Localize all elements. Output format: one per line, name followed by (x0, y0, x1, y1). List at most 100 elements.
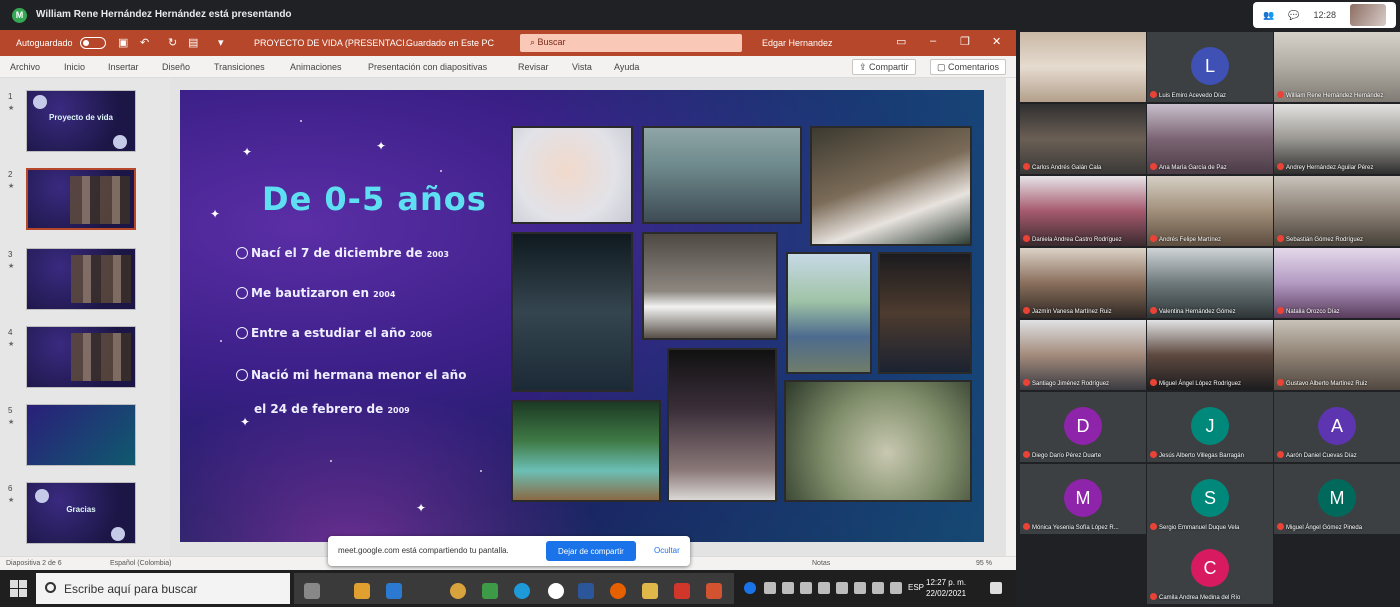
chat-icon[interactable]: 💬 (1288, 10, 1299, 21)
participant-tile[interactable]: L Luis Emiro Acevedo Díaz (1147, 32, 1273, 102)
participant-avatar: S (1191, 479, 1229, 517)
volume-icon[interactable] (872, 582, 884, 594)
keyboard-icon[interactable] (890, 582, 902, 594)
tray-icon[interactable] (764, 582, 776, 594)
wifi-icon[interactable] (854, 582, 866, 594)
edge-icon[interactable] (514, 583, 530, 599)
close-icon[interactable]: ✕ (992, 35, 1001, 48)
comments-label: Comentarios (948, 62, 1000, 72)
share-button[interactable]: ⇪ Compartir (852, 59, 916, 75)
acrobat-icon[interactable] (674, 583, 690, 599)
notes-button[interactable]: Notas (812, 560, 830, 567)
participant-name: Aarón Daniel Cuevas Díaz (1286, 453, 1357, 459)
mail-icon[interactable] (386, 583, 402, 599)
tray-icon[interactable] (800, 582, 812, 594)
thumbnail-row[interactable]: 1 ★ Proyecto de vida (0, 90, 170, 160)
save-icon[interactable]: ▣ (118, 36, 128, 49)
meet-tray-icon[interactable] (744, 582, 756, 594)
tab-animaciones[interactable]: Animaciones (290, 62, 342, 72)
participant-tile[interactable]: Valentina Hernández Gómez (1147, 248, 1273, 318)
xbox-icon[interactable] (482, 583, 498, 599)
redo-icon[interactable]: ↻ (168, 36, 177, 49)
taskbar-search-box[interactable]: Escribe aquí para buscar (36, 573, 290, 604)
participant-tile[interactable]: Gustavo Alberto Martínez Ruiz (1274, 320, 1400, 390)
word-icon[interactable] (578, 583, 594, 599)
tray-icon[interactable] (782, 582, 794, 594)
tab-revisar[interactable]: Revisar (518, 62, 549, 72)
user-name[interactable]: Edgar Hernandez (762, 38, 833, 48)
zoom-level[interactable]: 95 % (976, 560, 992, 567)
participant-tile[interactable]: Andrés Felipe Martínez (1147, 176, 1273, 246)
current-slide[interactable]: ✦ ✦ ✦ ✦ ✦ De 0-5 años Nací el 7 de dicie… (180, 90, 984, 542)
clock[interactable]: 12:27 p. m. 22/02/2021 (926, 577, 966, 599)
participant-tile[interactable] (1020, 32, 1146, 102)
hide-notification-button[interactable]: Ocultar (654, 546, 680, 555)
participant-tile[interactable]: M Miguel Ángel Gómez Pineda (1274, 464, 1400, 534)
participant-tile[interactable]: Miguel Ángel López Rodríguez (1147, 320, 1273, 390)
ribbon-search-box[interactable]: ⌕ Buscar (520, 34, 742, 52)
ribbon-display-icon[interactable]: ▭ (896, 35, 906, 48)
comments-button[interactable]: ▢ Comentarios (930, 59, 1007, 75)
participant-tile[interactable]: William Rene Hernández Hernández (1274, 32, 1400, 102)
hp-icon[interactable] (548, 583, 564, 599)
thumbnail-row[interactable]: 2 ★ (0, 168, 170, 238)
participant-tile[interactable]: D Diego Darío Pérez Duarte (1020, 392, 1146, 462)
participant-tile[interactable]: Andrey Hernández Aguilar Pérez (1274, 104, 1400, 174)
tab-inicio[interactable]: Inicio (64, 62, 85, 72)
photo-puppets (667, 348, 777, 502)
tab-insertar[interactable]: Insertar (108, 62, 139, 72)
photo-boat (511, 400, 661, 502)
customize-icon[interactable]: ▾ (218, 36, 224, 49)
stop-sharing-button[interactable]: Dejar de compartir (546, 541, 636, 561)
language-indicator[interactable]: ESP (908, 583, 924, 592)
language-status[interactable]: Español (Colombia) (110, 560, 171, 567)
thumbnail-row[interactable]: 4 ★ (0, 326, 170, 396)
chrome-icon[interactable] (450, 583, 466, 599)
slide-thumbnail[interactable] (26, 404, 136, 466)
participant-tile[interactable]: Daniela Andrea Castro Rodríguez (1020, 176, 1146, 246)
undo-icon[interactable]: ↶ (140, 36, 149, 49)
tab-diseno[interactable]: Diseño (162, 62, 190, 72)
participant-tile[interactable]: Sebastián Gómez Rodríguez (1274, 176, 1400, 246)
autosave-toggle[interactable] (80, 37, 106, 49)
slide-thumbnail-selected[interactable] (26, 168, 136, 230)
tab-archivo[interactable]: Archivo (10, 62, 40, 72)
windows-start-icon[interactable] (10, 580, 27, 597)
self-view-thumbnail[interactable] (1350, 4, 1386, 26)
maximize-icon[interactable]: ❐ (960, 35, 970, 48)
dropbox-icon[interactable] (818, 582, 830, 594)
minimize-icon[interactable]: – (930, 35, 936, 47)
store-icon[interactable] (354, 583, 370, 599)
participant-tile[interactable]: M Mónica Yesenia Sofía López R... (1020, 464, 1146, 534)
participant-name-label: Daniela Andrea Castro Rodríguez (1023, 235, 1143, 243)
slide-thumbnail[interactable]: Proyecto de vida (26, 90, 136, 152)
tab-transiciones[interactable]: Transiciones (214, 62, 265, 72)
task-view-icon[interactable] (304, 583, 320, 599)
participant-avatar: M (1318, 479, 1356, 517)
thumbnail-row[interactable]: 6 ★ Gracias (0, 482, 170, 552)
participant-tile[interactable]: J Jesús Alberto Villegas Barragán (1147, 392, 1273, 462)
participant-tile[interactable]: C Camila Andrea Medina del Río (1147, 534, 1273, 604)
participant-tile[interactable]: Carlos Andrés Galán Cala (1020, 104, 1146, 174)
tray-icon[interactable] (836, 582, 848, 594)
participant-tile[interactable]: A Aarón Daniel Cuevas Díaz (1274, 392, 1400, 462)
participant-tile[interactable]: Jazmín Vanesa Martínez Ruiz (1020, 248, 1146, 318)
tab-presentacion[interactable]: Presentación con diapositivas (368, 62, 487, 72)
people-icon[interactable]: 👥 (1263, 10, 1274, 21)
thumbnail-row[interactable]: 3 ★ (0, 248, 170, 318)
slide-thumbnail[interactable] (26, 248, 136, 310)
tab-vista[interactable]: Vista (572, 62, 592, 72)
slide-thumbnail[interactable]: Gracias (26, 482, 136, 544)
participant-tile[interactable]: Natalia Orozco Díaz (1274, 248, 1400, 318)
firefox-icon[interactable] (610, 583, 626, 599)
tab-ayuda[interactable]: Ayuda (614, 62, 639, 72)
participant-tile[interactable]: Santiago Jiménez Rodríguez (1020, 320, 1146, 390)
notifications-icon[interactable] (990, 582, 1002, 594)
participant-tile[interactable]: Ana María García de Paz (1147, 104, 1273, 174)
powerpoint-icon[interactable] (706, 583, 722, 599)
participant-tile[interactable]: S Sergio Emmanuel Duque Vela (1147, 464, 1273, 534)
file-explorer-icon[interactable] (642, 583, 658, 599)
slide-thumbnail[interactable] (26, 326, 136, 388)
present-icon[interactable]: ▤ (188, 36, 198, 49)
thumbnail-row[interactable]: 5 ★ (0, 404, 170, 474)
